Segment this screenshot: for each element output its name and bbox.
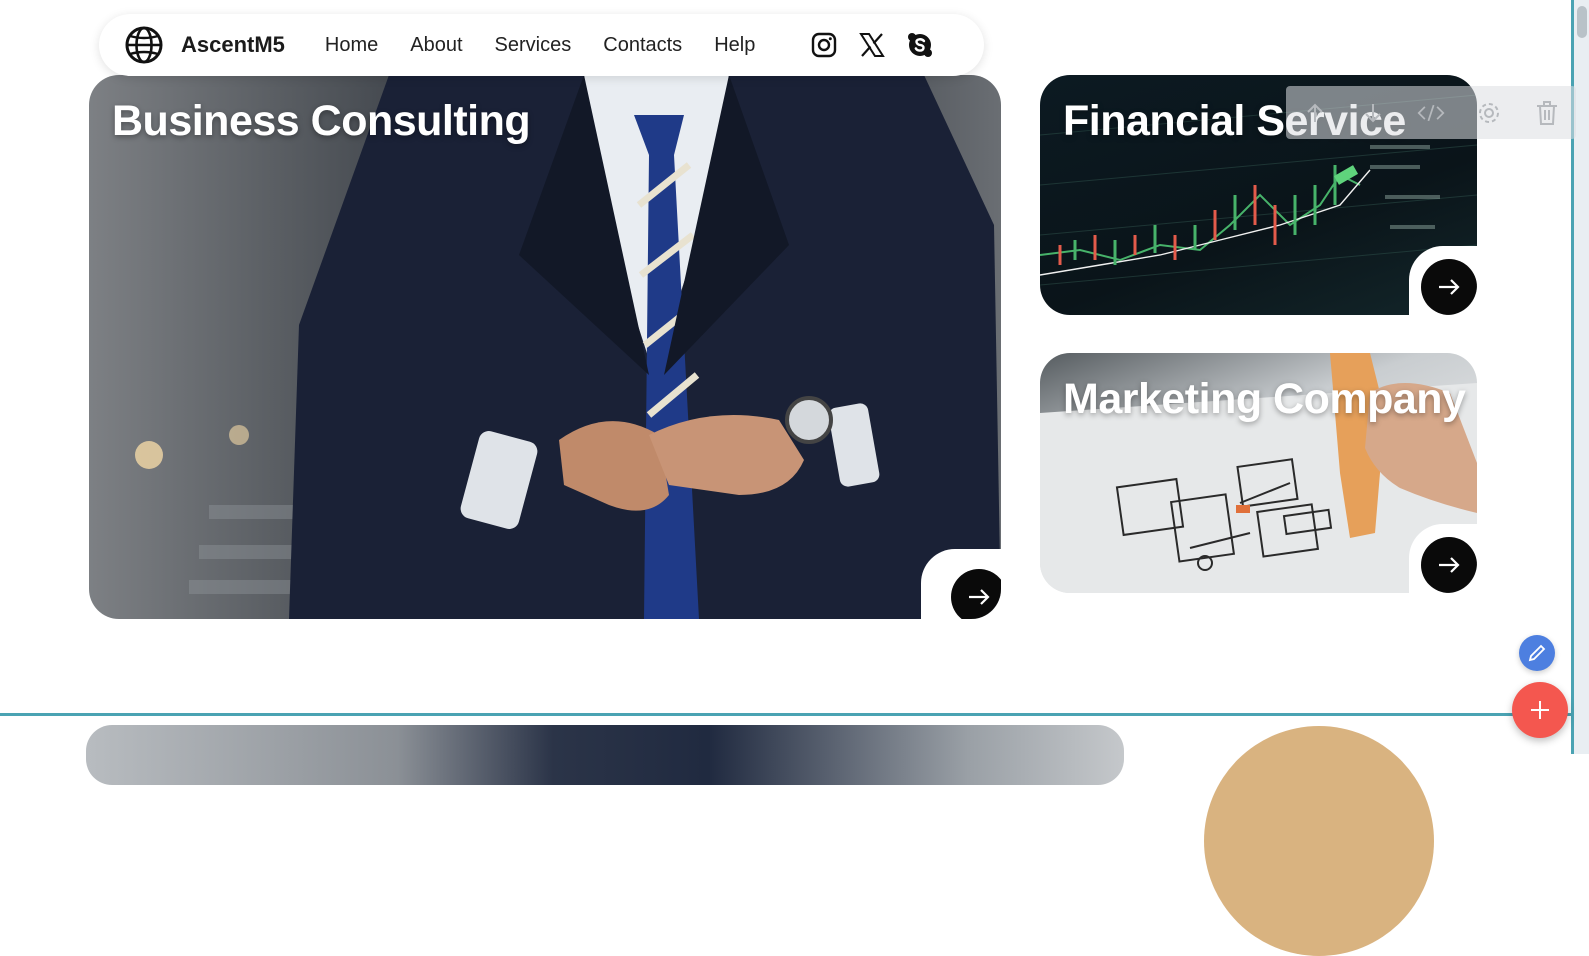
scrollbar-thumb[interactable] xyxy=(1577,6,1587,38)
social-links xyxy=(811,32,955,58)
code-icon[interactable] xyxy=(1417,99,1445,127)
pencil-icon xyxy=(1528,644,1546,662)
nav-link-help[interactable]: Help xyxy=(714,34,755,57)
brand-name[interactable]: AscentM5 xyxy=(181,32,285,58)
arrow-right-icon xyxy=(969,589,990,605)
arrow-right-icon xyxy=(1439,557,1460,573)
nav-link-services[interactable]: Services xyxy=(495,34,572,57)
trash-icon[interactable] xyxy=(1533,99,1561,127)
instagram-icon[interactable] xyxy=(811,32,837,58)
arrow-right-button[interactable] xyxy=(951,569,1001,619)
globe-icon[interactable] xyxy=(124,25,164,65)
block-editor-toolbar xyxy=(1286,86,1576,139)
nav-link-contacts[interactable]: Contacts xyxy=(603,34,682,57)
gear-icon[interactable] xyxy=(1475,99,1503,127)
move-down-icon[interactable] xyxy=(1359,99,1387,127)
nav-link-about[interactable]: About xyxy=(410,34,462,57)
arrow-right-icon xyxy=(1439,279,1460,295)
skype-icon[interactable] xyxy=(907,32,933,58)
edit-button[interactable] xyxy=(1519,635,1555,671)
plus-icon xyxy=(1531,701,1549,719)
arrow-right-button[interactable] xyxy=(1421,537,1477,593)
card-business-consulting[interactable]: Business Consulting xyxy=(89,75,1001,619)
businessman-in-suit-image xyxy=(135,75,1001,619)
arrow-right-button[interactable] xyxy=(1421,259,1477,315)
next-section-image xyxy=(86,725,1124,785)
card-title: Business Consulting xyxy=(112,97,531,145)
section-divider xyxy=(0,713,1574,716)
top-navigation: AscentM5 Home About Services Contacts He… xyxy=(99,14,984,76)
next-section-circle-image xyxy=(1204,726,1434,956)
card-marketing-company[interactable]: Marketing Company xyxy=(1040,353,1477,593)
move-up-icon[interactable] xyxy=(1301,99,1329,127)
nav-link-home[interactable]: Home xyxy=(325,34,378,57)
card-title: Marketing Company xyxy=(1063,375,1466,423)
add-block-button[interactable] xyxy=(1512,682,1568,738)
x-icon[interactable] xyxy=(859,32,886,58)
